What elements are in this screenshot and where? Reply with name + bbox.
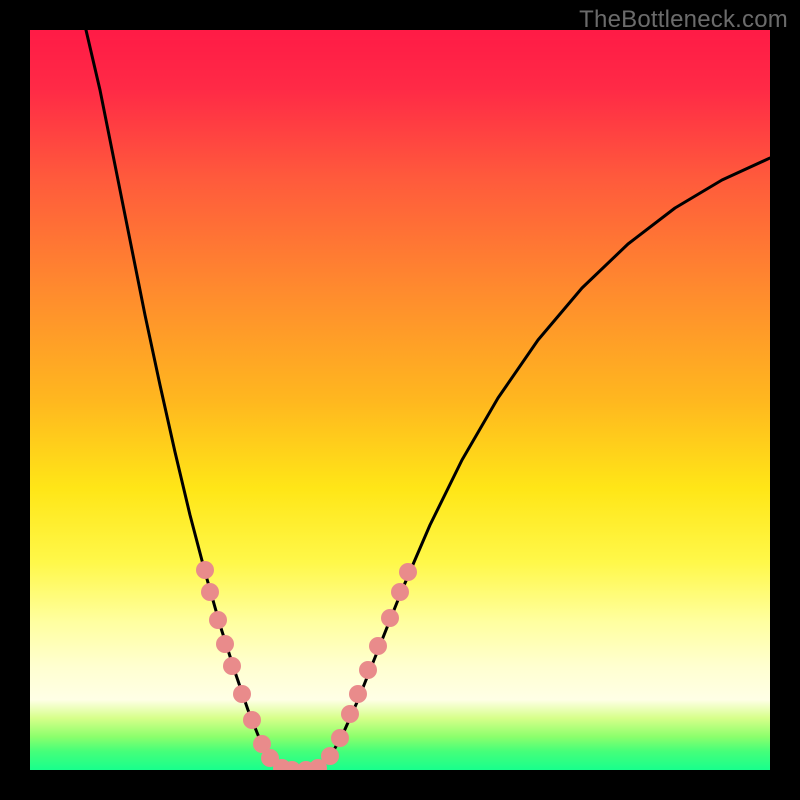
marker-dot	[391, 583, 409, 601]
marker-dot	[196, 561, 214, 579]
marker-dot	[223, 657, 241, 675]
marker-dot	[209, 611, 227, 629]
chart-frame: TheBottleneck.com	[0, 0, 800, 800]
plot-area	[30, 30, 770, 770]
curve-markers	[196, 561, 417, 770]
curve-layer	[30, 30, 770, 770]
marker-dot	[216, 635, 234, 653]
marker-dot	[349, 685, 367, 703]
marker-dot	[243, 711, 261, 729]
marker-dot	[331, 729, 349, 747]
marker-dot	[321, 747, 339, 765]
marker-dot	[201, 583, 219, 601]
marker-dot	[399, 563, 417, 581]
marker-dot	[341, 705, 359, 723]
marker-dot	[233, 685, 251, 703]
marker-dot	[369, 637, 387, 655]
watermark-text: TheBottleneck.com	[579, 6, 788, 34]
marker-dot	[381, 609, 399, 627]
bottleneck-curve	[86, 30, 770, 770]
marker-dot	[359, 661, 377, 679]
